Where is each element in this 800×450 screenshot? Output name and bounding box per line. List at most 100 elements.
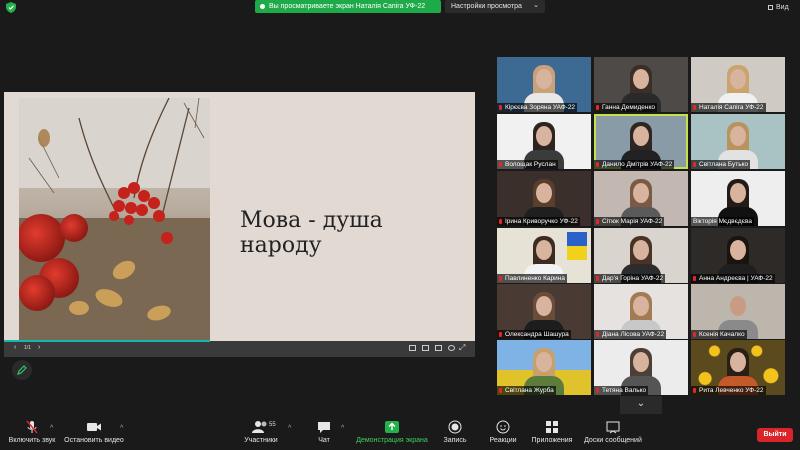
muted-mic-icon xyxy=(693,331,696,337)
annotate-button[interactable] xyxy=(12,360,32,380)
muted-mic-icon xyxy=(499,218,502,224)
whiteboards-button[interactable]: Доски сообщений xyxy=(580,420,646,444)
leave-meeting-button[interactable]: Выйти xyxy=(757,428,793,442)
muted-mic-icon xyxy=(596,104,599,110)
slide-toolbar xyxy=(4,341,475,357)
participants-count: 55 xyxy=(269,422,276,428)
share-screen-button[interactable]: Демонстрация экрана xyxy=(352,420,432,444)
participant-name: Павлиненко Карина xyxy=(497,274,567,283)
participant-tile[interactable]: Ксенія Качалко xyxy=(691,284,785,339)
slide-progress-bar xyxy=(4,340,210,342)
muted-mic-icon xyxy=(499,161,502,167)
participant-tile[interactable]: Діана Лісова УАФ-22 xyxy=(594,284,688,339)
video-camera-icon xyxy=(87,423,101,431)
participant-tile[interactable]: Вікторія Мєдвєдєва xyxy=(691,171,785,226)
unmute-button[interactable]: Включить звук xyxy=(6,420,58,444)
next-slide-button[interactable]: › xyxy=(38,344,40,351)
participant-name: Олександра Шашура xyxy=(497,330,571,339)
settings-icon[interactable] xyxy=(448,345,455,351)
participant-name: Ірина Криворучко УФ-22 xyxy=(497,217,580,226)
video-options-caret[interactable]: ^ xyxy=(120,425,123,432)
previous-slide-button[interactable]: ‹ xyxy=(14,344,16,351)
mic-muted-icon xyxy=(26,420,38,434)
participant-name: Ксенія Качалко xyxy=(691,330,747,339)
participant-tile[interactable]: Рита Левченко УФ-22 xyxy=(691,340,785,395)
participant-name: Ганна Демиденко xyxy=(594,103,658,112)
muted-mic-icon xyxy=(693,161,696,167)
participant-name: Кірєєва Зоряна УАФ-22 xyxy=(497,103,578,112)
participant-tile-active[interactable]: Данило Дмітрів УАФ-22 xyxy=(594,114,688,169)
muted-mic-icon xyxy=(596,218,599,224)
chat-options-caret[interactable]: ^ xyxy=(341,425,344,432)
participant-name: Діана Лісова УАФ-22 xyxy=(594,330,667,339)
audio-options-caret[interactable]: ^ xyxy=(50,425,53,432)
participant-tile[interactable]: Тетяна Валько xyxy=(594,340,688,395)
muted-mic-icon xyxy=(693,275,696,281)
fullscreen-icon[interactable]: ⤢ xyxy=(459,343,465,353)
participant-tile[interactable]: Світлана Журба xyxy=(497,340,591,395)
participant-tile[interactable]: Наталія Сапіга УФ-22 xyxy=(691,57,785,112)
record-button[interactable]: Запись xyxy=(440,420,470,444)
muted-mic-icon xyxy=(499,331,502,337)
participant-tile[interactable]: Світлана Бутько xyxy=(691,114,785,169)
share-indicator-icon xyxy=(260,4,265,9)
apps-button[interactable]: Приложения xyxy=(528,420,576,444)
participant-name: Дар'я Горіна УАФ-22 xyxy=(594,274,666,283)
muted-mic-icon xyxy=(596,387,599,393)
shield-icon[interactable] xyxy=(6,2,16,13)
muted-mic-icon xyxy=(693,104,696,110)
slide-counter: 1/1 xyxy=(24,345,31,351)
muted-mic-icon xyxy=(596,275,599,281)
participant-tile[interactable]: Кірєєва Зоряна УАФ-22 xyxy=(497,57,591,112)
muted-mic-icon xyxy=(499,104,502,110)
view-options-button[interactable]: Настройки просмотра ⌄ xyxy=(445,0,545,13)
participant-name: Сітюк Марія УАФ-22 xyxy=(594,217,665,226)
reactions-button[interactable]: Реакции xyxy=(486,420,520,444)
participant-name: Світлана Бутько xyxy=(691,160,751,169)
participant-tile[interactable]: Волощак Руслан xyxy=(497,114,591,169)
slide-title: Мова - душа народу xyxy=(240,208,383,258)
participant-tile[interactable]: Сітюк Марія УАФ-22 xyxy=(594,171,688,226)
stop-video-button[interactable]: Остановить видео xyxy=(62,420,126,444)
muted-mic-icon xyxy=(693,387,696,393)
muted-mic-icon xyxy=(499,275,502,281)
grid-view-icon[interactable] xyxy=(435,345,442,351)
participant-name: Наталія Сапіга УФ-22 xyxy=(691,103,766,112)
screen-share-banner: Вы просматриваете экран Наталія Сапіга У… xyxy=(255,0,441,13)
grid-icon xyxy=(768,5,773,10)
participant-tile[interactable]: Ганна Демиденко xyxy=(594,57,688,112)
participant-tile[interactable]: Дар'я Горіна УАФ-22 xyxy=(594,228,688,283)
share-banner-text: Вы просматриваете экран Наталія Сапіга У… xyxy=(269,3,426,10)
view-toggle-label: Вид xyxy=(776,4,789,11)
chevron-down-icon: ⌄ xyxy=(533,2,539,9)
share-screen-icon xyxy=(385,421,399,433)
participant-tile[interactable]: Павлиненко Карина xyxy=(497,228,591,283)
participants-options-caret[interactable]: ^ xyxy=(288,425,291,432)
whiteboard-icon xyxy=(606,421,620,434)
emoji-icon xyxy=(496,420,510,434)
participant-tile[interactable]: Анна Андреєва | УАФ-22 xyxy=(691,228,785,283)
pencil-icon xyxy=(17,365,27,375)
chat-button[interactable]: Чат xyxy=(312,420,336,444)
view-toggle-button[interactable]: Вид xyxy=(768,4,789,11)
muted-mic-icon xyxy=(499,387,502,393)
view-options-label: Настройки просмотра xyxy=(451,3,522,10)
participant-name: Вікторія Мєдвєдєва xyxy=(691,217,754,226)
participant-name: Волощак Руслан xyxy=(497,160,558,169)
participant-name: Данило Дмітрів УАФ-22 xyxy=(594,160,675,169)
participant-name: Тетяна Валько xyxy=(594,386,649,395)
notes-icon[interactable] xyxy=(422,345,429,351)
record-icon xyxy=(448,420,462,434)
participant-name: Рита Левченко УФ-22 xyxy=(691,386,766,395)
participant-name: Світлана Журба xyxy=(497,386,556,395)
subtitles-icon[interactable] xyxy=(409,345,416,351)
slide-photo xyxy=(19,98,210,342)
gallery-next-page-button[interactable]: ⌄ xyxy=(620,396,662,414)
participant-name: Анна Андреєва | УАФ-22 xyxy=(691,274,775,283)
participant-tile[interactable]: Ірина Криворучко УФ-22 xyxy=(497,171,591,226)
rowan-berries-image xyxy=(19,98,210,342)
participant-tile[interactable]: Олександра Шашура xyxy=(497,284,591,339)
participants-icon xyxy=(252,421,267,433)
chat-icon xyxy=(318,422,330,433)
apps-icon xyxy=(546,421,558,433)
